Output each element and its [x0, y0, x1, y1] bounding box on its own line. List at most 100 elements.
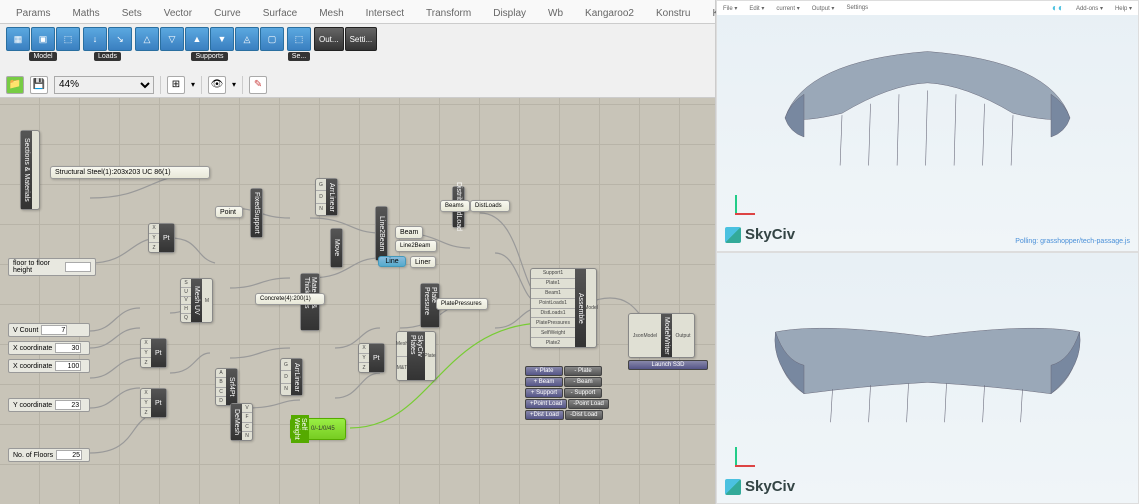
- launch-panel: Launch S3D: [628, 360, 708, 370]
- tab-mesh[interactable]: Mesh: [309, 3, 353, 23]
- tab-wb[interactable]: Wb: [538, 3, 573, 23]
- input-beams[interactable]: Beams: [440, 200, 470, 212]
- ribbon-line-icon[interactable]: ▦: [6, 27, 30, 51]
- ribbon-sup6-icon[interactable]: ▢: [260, 27, 284, 51]
- skyciv-logo: SkyCiv: [725, 478, 795, 495]
- ribbon-se-icon[interactable]: ⬚: [287, 27, 311, 51]
- tab-intersect[interactable]: Intersect: [356, 3, 414, 23]
- menu-addons[interactable]: Add-ons ▾: [1074, 5, 1105, 12]
- menu-settings[interactable]: Settings: [844, 5, 870, 11]
- wires: [0, 98, 715, 504]
- component-arrlinear-1[interactable]: GDNArrLinear: [315, 178, 338, 216]
- launch-s3d-button[interactable]: Launch S3D: [628, 360, 708, 370]
- component-pt-1[interactable]: XYZPt: [148, 223, 175, 253]
- output-liner[interactable]: Liner: [410, 256, 436, 268]
- ribbon-point-icon[interactable]: ▣: [31, 27, 55, 51]
- menu-tabs: Params Maths Sets Vector Curve Surface M…: [0, 0, 715, 24]
- axis-gizmo-icon: [735, 443, 759, 467]
- btn-add-pointload[interactable]: +Point Load: [525, 399, 567, 409]
- slider-xcoord[interactable]: X coordinate: [8, 341, 90, 355]
- tab-curve[interactable]: Curve: [204, 3, 251, 23]
- ribbon-label-supports: Supports: [191, 52, 227, 61]
- grasshopper-canvas[interactable]: Sections & Materials Structural Steel(1)…: [0, 98, 715, 504]
- ribbon-output-button[interactable]: Out...: [314, 27, 344, 51]
- btn-add-support[interactable]: + Support: [525, 388, 563, 398]
- ribbon-load-icon[interactable]: ↘: [108, 27, 132, 51]
- ribbon-label-model: Model: [29, 52, 56, 61]
- ribbon-sup5-icon[interactable]: ◬: [235, 27, 259, 51]
- component-move[interactable]: Move: [330, 228, 343, 268]
- component-modelwriter[interactable]: JsonModel ModelWriter Output: [628, 313, 695, 358]
- ribbon-label-loads: Loads: [94, 52, 121, 61]
- component-meshuv[interactable]: SUVHQMesh UVM: [180, 278, 213, 323]
- btn-rem-plate[interactable]: - Plate: [564, 366, 602, 376]
- group-sections-materials[interactable]: Sections & Materials: [20, 130, 40, 210]
- component-arrlinear-2[interactable]: GDNArrLinear: [280, 358, 303, 396]
- tab-params[interactable]: Params: [6, 3, 60, 23]
- component-point[interactable]: Point: [215, 206, 243, 218]
- component-pt-2[interactable]: XYZPt: [140, 338, 167, 368]
- output-beam[interactable]: Beam: [395, 226, 423, 239]
- ribbon-mesh-icon[interactable]: ⬚: [56, 27, 80, 51]
- btn-add-beam[interactable]: + Beam: [525, 377, 563, 387]
- slider-vcount[interactable]: V Count: [8, 323, 90, 337]
- tab-surface[interactable]: Surface: [253, 3, 307, 23]
- render-surface-bottom: [747, 273, 1108, 448]
- btn-rem-support[interactable]: - Support: [564, 388, 602, 398]
- ribbon-sup2-icon[interactable]: ▽: [160, 27, 184, 51]
- ribbon-settings-button[interactable]: Setti...: [345, 27, 378, 51]
- component-fixedsupport[interactable]: FixedSupport: [250, 188, 263, 238]
- slider-xcoord2[interactable]: X coordinate: [8, 359, 90, 373]
- component-skyciv-plates[interactable]: MeshM&TSkyCiv PlatesPlate: [396, 331, 436, 381]
- brush-button[interactable]: ✎: [249, 76, 267, 94]
- btn-rem-beam[interactable]: - Beam: [564, 377, 602, 387]
- ribbon-label-se: Se...: [288, 52, 310, 61]
- zoom-select[interactable]: 44%: [54, 76, 154, 94]
- menu-file[interactable]: File ▾: [721, 5, 739, 12]
- tab-display[interactable]: Display: [483, 3, 536, 23]
- tab-konstru[interactable]: Konstru: [646, 3, 700, 23]
- panel-concrete[interactable]: Concrete(4):200(1): [255, 293, 325, 305]
- slider-nfloors[interactable]: No. of Floors: [8, 448, 90, 462]
- ribbon: ▦ ▣ ⬚ Model ↓ ↘ Loads △ ▽ ▲ ▼ ◬ ▢ Suppor…: [0, 24, 715, 72]
- tab-kangaroo2[interactable]: Kangaroo2: [575, 3, 644, 23]
- component-srf4pt[interactable]: ABCDSrf4Pt: [215, 368, 238, 406]
- output-line-blue[interactable]: Line: [378, 256, 406, 267]
- target-button[interactable]: ⊞: [167, 76, 185, 94]
- tab-maths[interactable]: Maths: [62, 3, 109, 23]
- ribbon-sup3-icon[interactable]: ▲: [185, 27, 209, 51]
- component-demesh[interactable]: DeMeshVFCN: [230, 403, 253, 441]
- tab-sets[interactable]: Sets: [112, 3, 152, 23]
- tab-transform[interactable]: Transform: [416, 3, 481, 23]
- component-pt-3[interactable]: XYZPt: [140, 388, 167, 418]
- component-assemble[interactable]: Support1Plate1Beam1PointLoads1DistLoads1…: [530, 268, 597, 348]
- skyciv-viewer-top[interactable]: File ▾ Edit ▾ current ▾ Output ▾ Setting…: [716, 0, 1139, 252]
- slider-floor-height[interactable]: floor to floor height: [8, 258, 96, 276]
- btn-add-plate[interactable]: + Plate: [525, 366, 563, 376]
- open-button[interactable]: 📁: [6, 76, 24, 94]
- ribbon-sup4-icon[interactable]: ▼: [210, 27, 234, 51]
- dropdown-icon[interactable]: ▾: [232, 80, 236, 89]
- menu-edit[interactable]: Edit ▾: [747, 5, 766, 12]
- menu-output[interactable]: Output ▾: [810, 5, 837, 12]
- ribbon-self-icon[interactable]: ↓: [83, 27, 107, 51]
- tab-vector[interactable]: Vector: [154, 3, 202, 23]
- save-button[interactable]: 💾: [30, 76, 48, 94]
- component-line2beam[interactable]: Line2Beam: [375, 206, 388, 261]
- output-distloads[interactable]: DistLoads: [470, 200, 510, 212]
- ribbon-sup1-icon[interactable]: △: [135, 27, 159, 51]
- btn-add-distload[interactable]: +Dist Load: [525, 410, 564, 420]
- output-platepressures[interactable]: PlatePressures: [436, 298, 488, 310]
- component-selfweight[interactable]: Self Weight 0/-1/0/45: [290, 418, 346, 440]
- eye-button[interactable]: 👁: [208, 76, 226, 94]
- panel-structural-steel[interactable]: Structural Steel(1):203x203 UC 86(1): [50, 166, 210, 179]
- slider-ycoord[interactable]: Y coordinate: [8, 398, 90, 412]
- dropdown-icon[interactable]: ▾: [191, 80, 195, 89]
- component-pt-4[interactable]: XYZPt: [358, 343, 385, 373]
- btn-rem-pointload[interactable]: -Point Load: [568, 399, 609, 409]
- menu-current[interactable]: current ▾: [774, 5, 801, 12]
- menu-help[interactable]: Help ▾: [1113, 5, 1134, 12]
- output-line2beam[interactable]: Line2Beam: [395, 240, 437, 252]
- btn-rem-distload[interactable]: -Dist Load: [565, 410, 603, 420]
- skyciv-viewer-bottom[interactable]: SkyCiv: [716, 252, 1139, 504]
